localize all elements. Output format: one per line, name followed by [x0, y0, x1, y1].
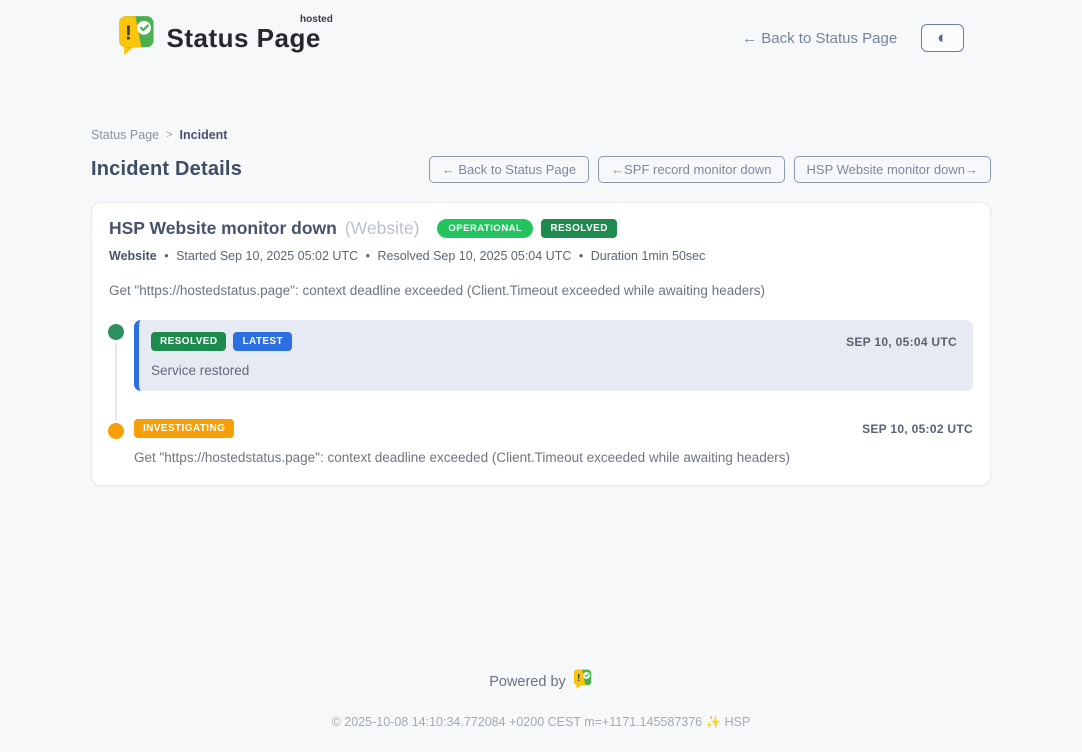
- meta-started: Started Sep 10, 2025 05:02 UTC: [176, 249, 358, 263]
- header-actions: ← Back to Status Page ◐: [742, 24, 963, 52]
- incident-title: HSP Website monitor down: [109, 218, 337, 239]
- timeline-latest-update-box: RESOLVED LATEST SEP 10, 05:04 UTC Servic…: [134, 320, 973, 391]
- investigating-badge: INVESTIGATING: [134, 419, 234, 438]
- operational-status-badge: OPERATIONAL: [437, 219, 533, 238]
- half-circle-contrast-icon: ◐: [937, 28, 947, 47]
- status-page-logo-icon-small[interactable]: !: [574, 669, 593, 694]
- timeline-plain-update: INVESTIGATING SEP 10, 05:02 UTC Get "htt…: [134, 419, 973, 465]
- timeline-entry-header: INVESTIGATING SEP 10, 05:02 UTC: [134, 419, 973, 438]
- timeline-dot-green: [108, 324, 124, 340]
- brand-superscript: hosted: [300, 14, 333, 25]
- header: ! Status Page hosted ← Back to Status Pa…: [119, 15, 964, 61]
- timeline-message: Get "https://hostedstatus.page": context…: [134, 450, 973, 465]
- svg-text:!: !: [125, 21, 132, 44]
- prev-incident-button[interactable]: ←SPF record monitor down: [598, 156, 784, 183]
- svg-text:!: !: [577, 673, 580, 684]
- meta-separator: •: [164, 249, 168, 263]
- status-page-logo-icon: !: [119, 14, 157, 63]
- incident-nav-buttons: ← Back to Status Page ←SPF record monito…: [429, 156, 991, 183]
- main-content: Status Page > Incident Incident Details …: [91, 128, 991, 486]
- timeline-timestamp: SEP 10, 05:02 UTC: [862, 422, 973, 436]
- theme-toggle-button[interactable]: ◐: [921, 24, 963, 52]
- breadcrumb: Status Page > Incident: [91, 128, 991, 142]
- breadcrumb-incident: Incident: [180, 128, 228, 142]
- meta-separator: •: [366, 249, 370, 263]
- timeline-message: Service restored: [151, 363, 957, 378]
- timeline-dot-orange: [108, 423, 124, 439]
- meta-separator: •: [579, 249, 583, 263]
- brand-logo[interactable]: ! Status Page hosted: [119, 14, 329, 63]
- footer: Powered by ! © 2025-10-08 14:10:34.77208…: [0, 669, 1082, 730]
- powered-by-label: Powered by: [489, 674, 566, 690]
- meta-duration: Duration 1min 50sec: [591, 249, 706, 263]
- meta-resolved: Resolved Sep 10, 2025 05:04 UTC: [377, 249, 571, 263]
- incident-title-row: HSP Website monitor down (Website) OPERA…: [109, 218, 973, 239]
- page-title: Incident Details: [91, 158, 242, 181]
- latest-badge: LATEST: [233, 332, 292, 351]
- incident-component: (Website): [345, 218, 420, 239]
- back-to-status-page-link[interactable]: ← Back to Status Page: [742, 30, 897, 47]
- timeline-entry-investigating: INVESTIGATING SEP 10, 05:02 UTC Get "htt…: [109, 419, 973, 465]
- brand-name-wrap: Status Page hosted: [167, 23, 329, 54]
- meta-component: Website: [109, 249, 157, 263]
- timeline-entry-resolved: RESOLVED LATEST SEP 10, 05:04 UTC Servic…: [109, 320, 973, 391]
- powered-by: Powered by !: [0, 669, 1082, 694]
- incident-meta: Website • Started Sep 10, 2025 05:02 UTC…: [109, 249, 973, 263]
- next-incident-button[interactable]: HSP Website monitor down→: [794, 156, 991, 183]
- copyright-line: © 2025-10-08 14:10:34.772084 +0200 CEST …: [0, 715, 1082, 730]
- timeline-entry-header: RESOLVED LATEST SEP 10, 05:04 UTC: [151, 332, 957, 351]
- back-to-status-page-button[interactable]: ← Back to Status Page: [429, 156, 589, 183]
- incident-card: HSP Website monitor down (Website) OPERA…: [91, 202, 991, 486]
- resolved-status-badge: RESOLVED: [541, 219, 616, 238]
- incident-description: Get "https://hostedstatus.page": context…: [109, 283, 973, 298]
- resolved-badge: RESOLVED: [151, 332, 226, 351]
- timeline-timestamp: SEP 10, 05:04 UTC: [846, 335, 957, 349]
- breadcrumb-separator: >: [166, 129, 172, 141]
- incident-timeline: RESOLVED LATEST SEP 10, 05:04 UTC Servic…: [109, 320, 973, 465]
- title-row: Incident Details ← Back to Status Page ←…: [91, 156, 991, 183]
- brand-name: Status Page: [167, 23, 321, 53]
- breadcrumb-status-page[interactable]: Status Page: [91, 128, 159, 142]
